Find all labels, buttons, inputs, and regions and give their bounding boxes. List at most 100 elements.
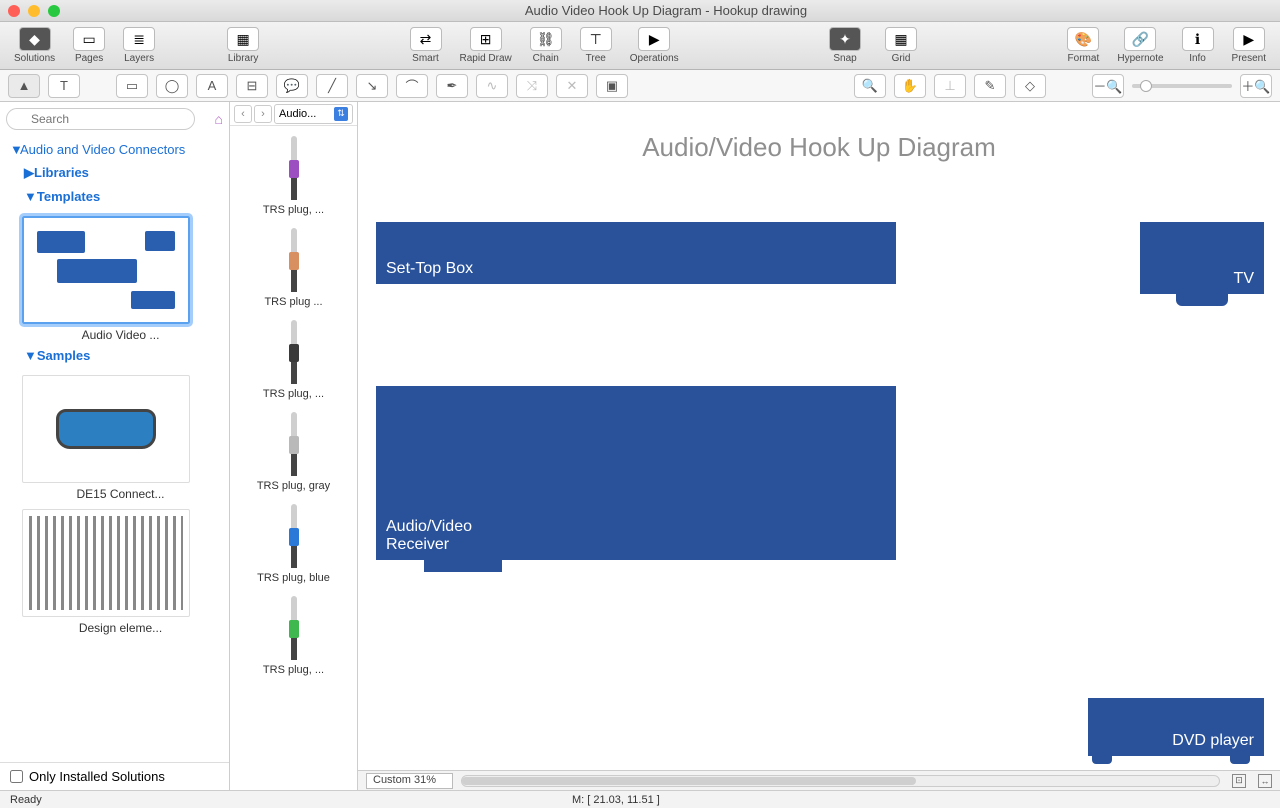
status-ready: Ready [10,794,42,806]
library-icon: ▦ [227,27,259,51]
fit-width-icon[interactable]: ↔ [1258,774,1272,788]
info-icon: ℹ [1182,27,1214,51]
info-button[interactable]: ℹInfo [1174,25,1222,66]
operations-button[interactable]: ▶Operations [622,25,687,66]
hypernote-button[interactable]: 🔗Hypernote [1109,25,1171,66]
stamp-tool[interactable]: ⊥ [934,74,966,98]
minimize-icon[interactable] [28,5,40,17]
snap-button[interactable]: ✦ Snap [821,25,869,66]
home-icon[interactable]: ⌂ [215,111,223,127]
tree-templates[interactable]: ▼Templates [10,185,219,208]
library-button[interactable]: ▦ Library [219,25,267,66]
search-field-wrap: 🔍 [6,108,211,130]
tree-libraries[interactable]: ▶Libraries [10,161,219,185]
only-installed-checkbox[interactable] [10,770,23,783]
fit-page-icon[interactable]: ⊡ [1232,774,1246,788]
zoom-dropdown[interactable]: Custom 31% [366,773,453,789]
grid-button[interactable]: ▦ Grid [877,25,925,66]
arc-tool[interactable]: ⌒ [396,74,428,98]
eyedropper-tool[interactable]: ✎ [974,74,1006,98]
diagram-title: Audio/Video Hook Up Diagram [358,132,1280,163]
stencil-item[interactable]: TRS plug, gray [230,406,357,498]
edit-points-tool[interactable]: ✕ [556,74,588,98]
callout-tool[interactable]: 💬 [276,74,308,98]
grid-icon: ▦ [885,27,917,51]
stencil-library-dropdown[interactable]: Audio... ⇅ [274,104,353,124]
stencil-item[interactable]: TRS plug, ... [230,130,357,222]
tree-icon: ⊤ [580,27,612,51]
sample-thumb-de15[interactable]: DE15 Connect... [22,375,219,501]
sample-thumb-design-elements[interactable]: Design eleme... [22,509,219,635]
chain-icon: ⛓ [530,27,562,51]
ellipse-tool[interactable]: ◯ [156,74,188,98]
hand-tool[interactable]: ✋ [894,74,926,98]
present-button[interactable]: ▶Present [1224,25,1274,66]
tree-samples[interactable]: ▼Samples [10,344,219,367]
zoom-tool[interactable]: 🔍 [854,74,886,98]
window-controls [8,5,60,17]
solutions-button[interactable]: ◆Solutions [6,25,63,66]
only-installed-row: Only Installed Solutions [0,762,229,790]
zoom-out-button[interactable]: －🔍 [1092,74,1124,98]
bezier-tool[interactable]: ∿ [476,74,508,98]
trs-plug-icon [291,320,297,384]
window-titlebar: Audio Video Hook Up Diagram - Hookup dra… [0,0,1280,22]
stencil-item[interactable]: TRS plug, blue [230,498,357,590]
zoom-slider[interactable] [1132,84,1232,88]
horizontal-scrollbar[interactable] [461,775,1220,787]
drawing-canvas[interactable]: Audio/Video Hook Up Diagram Set-Top Box … [358,102,1280,770]
text-shape-tool[interactable]: A [196,74,228,98]
eraser-tool[interactable]: ◇ [1014,74,1046,98]
pages-button[interactable]: ▭Pages [65,25,113,66]
stencil-prev-button[interactable]: ‹ [234,105,252,123]
format-icon: 🎨 [1067,27,1099,51]
shape-tv[interactable]: TV [1140,222,1264,294]
chevron-updown-icon: ⇅ [334,107,348,121]
shape-dvd-player[interactable]: DVD player [1088,698,1264,756]
design-elements-icon [29,516,183,610]
rect-tool[interactable]: ▭ [116,74,148,98]
pen-tool[interactable]: ✒ [436,74,468,98]
canvas-footer: Custom 31% ⊡ ↔ [358,770,1280,790]
stencil-item[interactable]: TRS plug, ... [230,590,357,682]
close-icon[interactable] [8,5,20,17]
tree-button[interactable]: ⊤Tree [572,25,620,66]
template-thumb-audio-video[interactable]: Audio Video ... [22,216,219,342]
sample-caption: DE15 Connect... [22,487,219,501]
sample-caption: Design eleme... [22,621,219,635]
window-title: Audio Video Hook Up Diagram - Hookup dra… [60,3,1272,18]
text-tool[interactable]: T [48,74,80,98]
canvas-area: Audio/Video Hook Up Diagram Set-Top Box … [358,102,1280,790]
solutions-sidebar: 🔍 ⌂ ▼Audio and Video Connectors ▶Librari… [0,102,230,790]
shape-set-top-box[interactable]: Set-Top Box [376,222,896,284]
shape-receiver[interactable]: Audio/Video Receiver [376,386,896,560]
connector-tool[interactable]: ⤨ [516,74,548,98]
trs-plug-icon [291,412,297,476]
search-input[interactable] [6,108,195,130]
textbox-tool[interactable]: ⊟ [236,74,268,98]
line-tool[interactable]: ╱ [316,74,348,98]
rapid draw-icon: ⊞ [470,27,502,51]
smart-button[interactable]: ⇄Smart [402,25,450,66]
chain-button[interactable]: ⛓Chain [522,25,570,66]
present-icon: ▶ [1233,27,1265,51]
operations-icon: ▶ [638,27,670,51]
dvd-foot-icon [1092,756,1112,764]
trs-plug-icon [291,136,297,200]
stencil-item[interactable]: TRS plug, ... [230,314,357,406]
tree-root[interactable]: ▼Audio and Video Connectors [10,138,219,161]
pages-icon: ▭ [73,27,105,51]
crop-tool[interactable]: ▣ [596,74,628,98]
arrow-tool[interactable]: ↘ [356,74,388,98]
rapid-draw-button[interactable]: ⊞Rapid Draw [452,25,520,66]
dvd-foot-icon [1230,756,1250,764]
stencil-item[interactable]: TRS plug ... [230,222,357,314]
trs-plug-icon [291,596,297,660]
layers-icon: ≣ [123,27,155,51]
format-button[interactable]: 🎨Format [1059,25,1107,66]
maximize-icon[interactable] [48,5,60,17]
layers-button[interactable]: ≣Layers [115,25,163,66]
stencil-next-button[interactable]: › [254,105,272,123]
zoom-in-button[interactable]: ＋🔍 [1240,74,1272,98]
pointer-tool[interactable]: ▲ [8,74,40,98]
